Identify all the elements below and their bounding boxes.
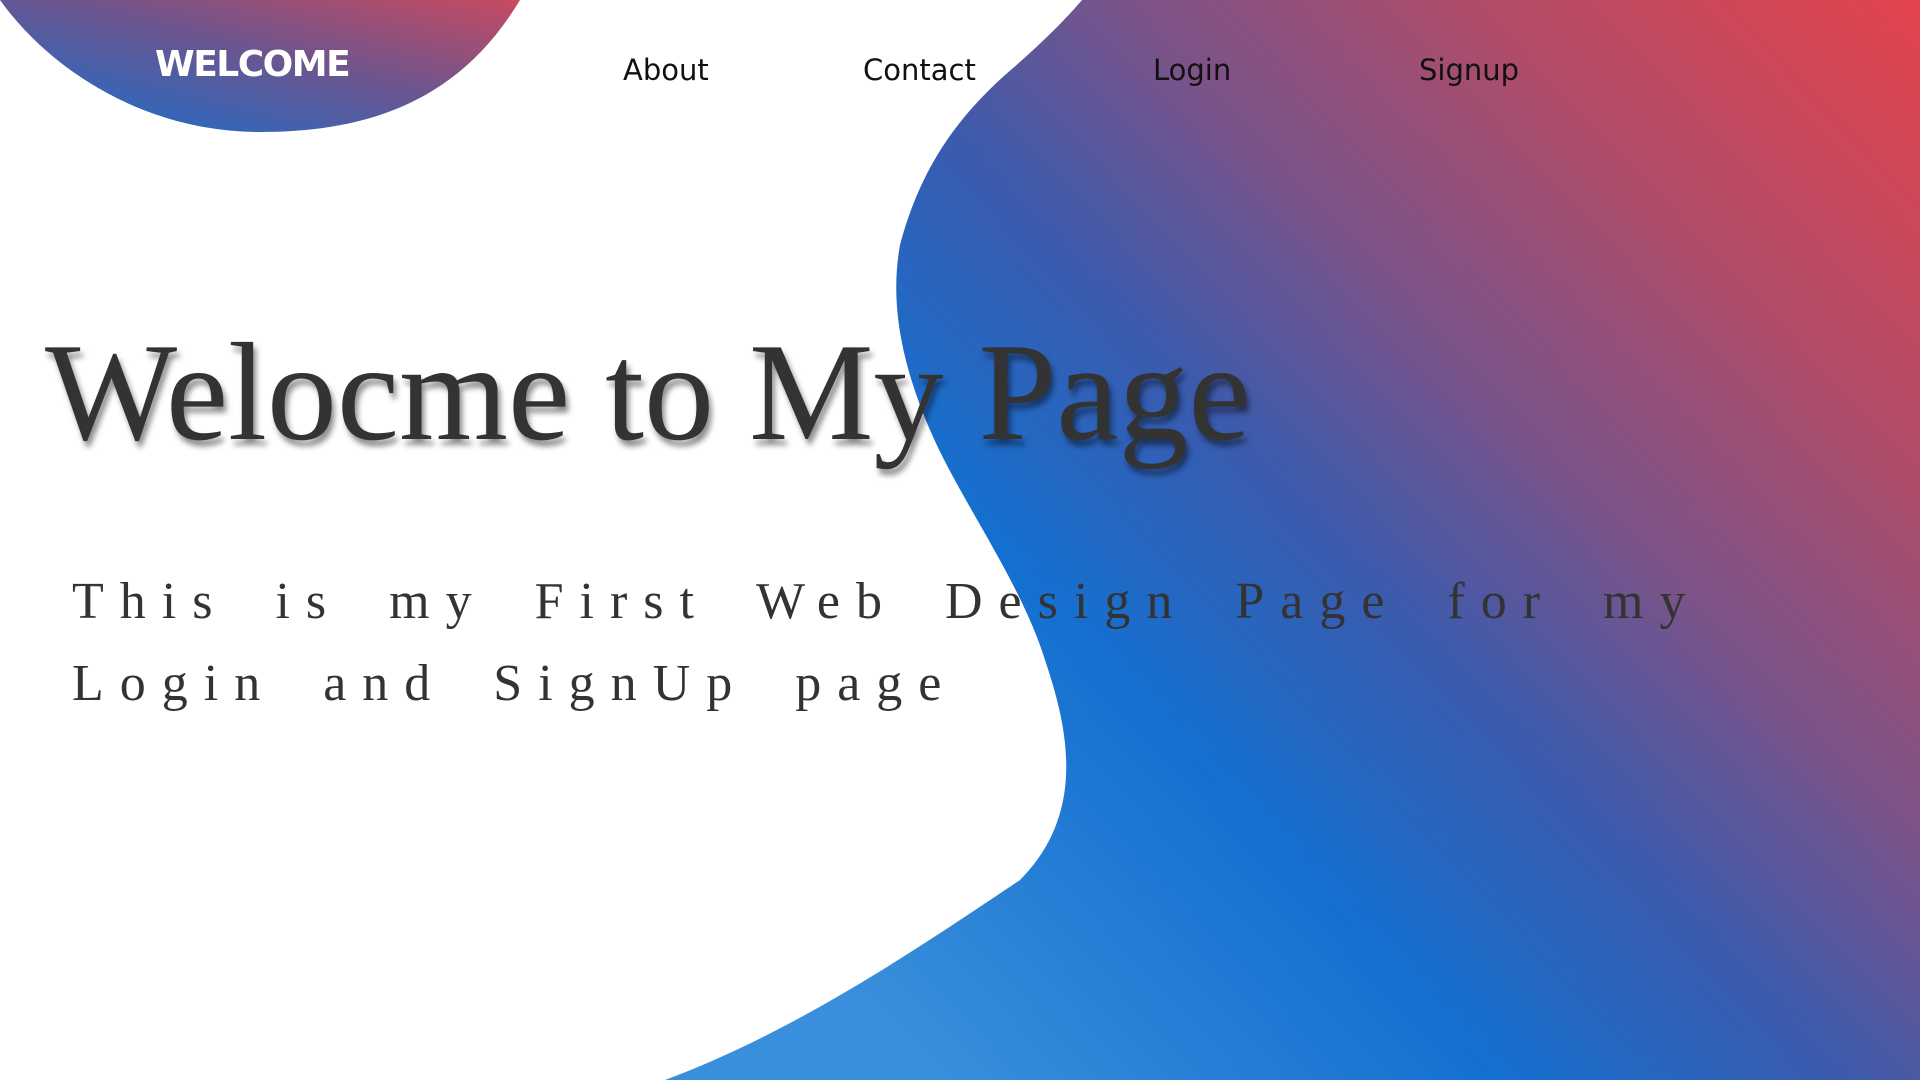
landing-page: WELCOME About Contact Login Signup Weloc…: [0, 0, 1920, 1080]
background-graphics: [0, 0, 1920, 1080]
hero-subtitle: This is my First Web Design Page for my …: [72, 573, 1702, 712]
wave-shape: [665, 0, 1920, 1080]
nav-link-signup[interactable]: Signup: [1419, 52, 1519, 88]
hero-title: Welocme to My Page: [45, 315, 1251, 470]
nav-link-contact[interactable]: Contact: [863, 52, 976, 88]
nav-link-login[interactable]: Login: [1153, 52, 1231, 88]
logo-text[interactable]: WELCOME: [155, 38, 351, 92]
nav-link-about[interactable]: About: [623, 52, 709, 88]
